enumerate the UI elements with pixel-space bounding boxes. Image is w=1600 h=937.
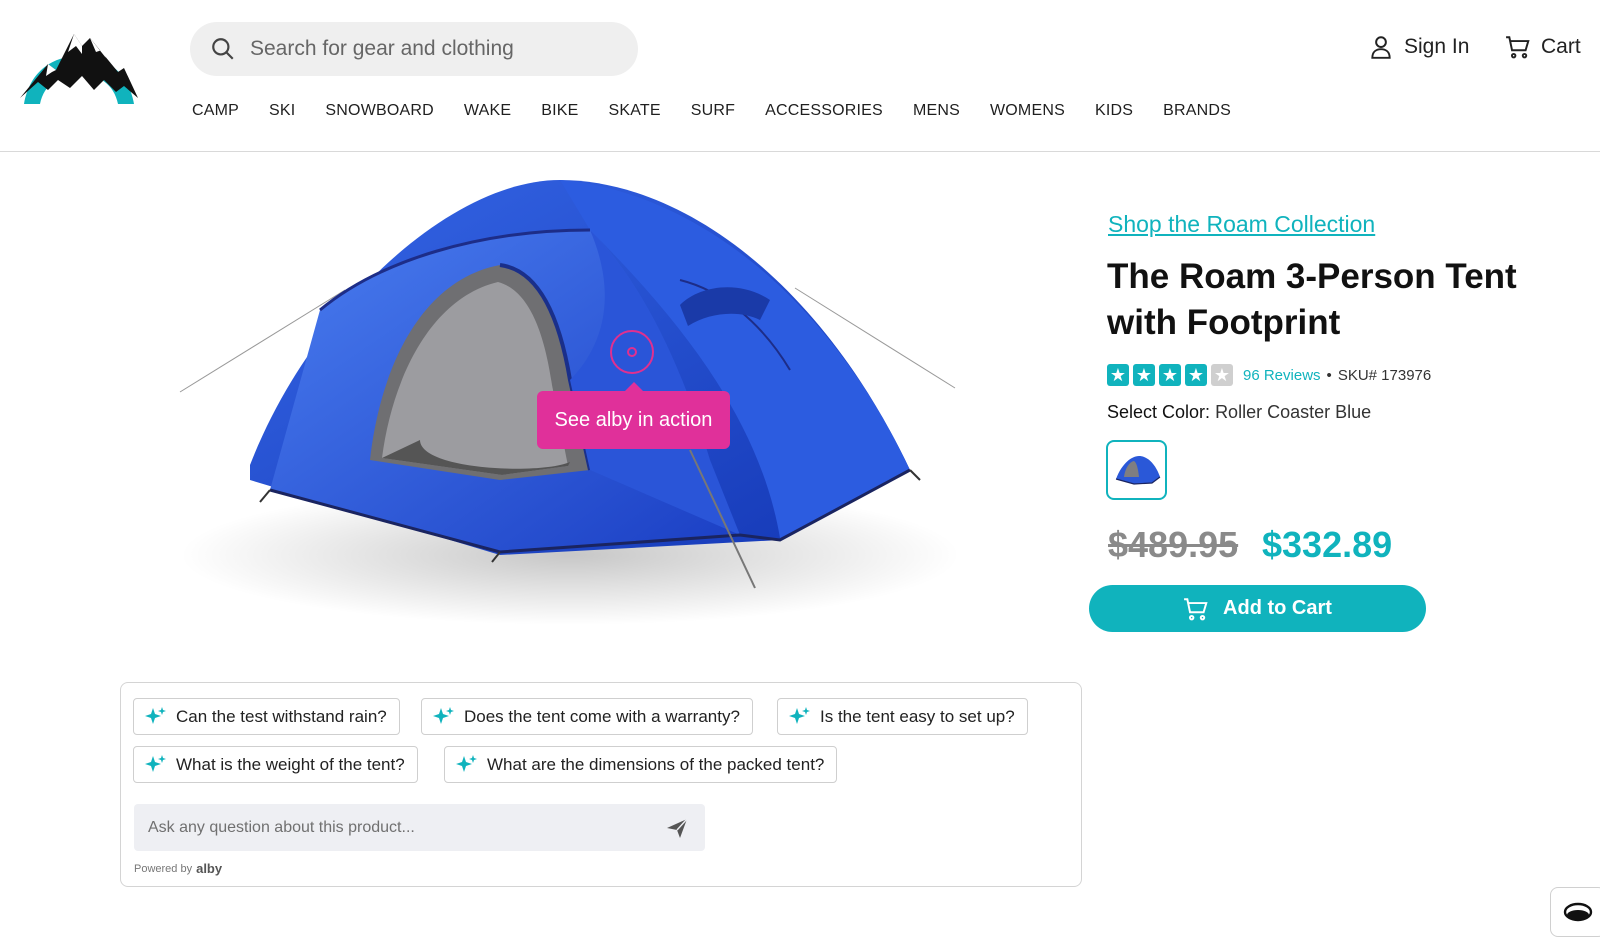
search-icon <box>212 38 234 60</box>
star-rating[interactable]: ★ ★ ★ ★ ★ <box>1107 364 1237 386</box>
sign-in-link[interactable]: Sign In <box>1368 34 1469 60</box>
star-filled-icon: ★ <box>1133 364 1155 386</box>
original-price: $489.95 <box>1108 524 1239 565</box>
question-chip[interactable]: What is the weight of the tent? <box>133 746 418 783</box>
chat-widget-button[interactable] <box>1550 887 1600 937</box>
alby-brand[interactable]: alby <box>196 861 222 876</box>
send-icon[interactable] <box>665 816 689 840</box>
nav-item-accessories[interactable]: ACCESSORIES <box>765 102 883 120</box>
rating-row: ★ ★ ★ ★ ★ 96 Reviews • SKU# 173976 <box>1107 364 1431 386</box>
sparkle-icon <box>456 754 477 772</box>
question-text: Is the tent easy to set up? <box>820 706 1015 726</box>
search-bar[interactable] <box>190 22 638 76</box>
nav-item-wake[interactable]: WAKE <box>464 102 511 120</box>
cart-link[interactable]: Cart <box>1505 34 1581 60</box>
color-value: Roller Coaster Blue <box>1215 402 1372 422</box>
star-filled-icon: ★ <box>1159 364 1181 386</box>
sku-text: SKU# 173976 <box>1337 366 1432 384</box>
question-chip[interactable]: What are the dimensions of the packed te… <box>444 746 838 783</box>
nav-item-surf[interactable]: SURF <box>691 102 735 120</box>
sparkle-icon <box>145 706 166 724</box>
product-qa-widget: Can the test withstand rain? Does the te… <box>120 682 1082 887</box>
chat-widget-icon <box>1563 902 1593 922</box>
site-header: Sign In Cart CAMP SKI SNOWBOARD WAKE BIK… <box>0 0 1600 152</box>
question-chip[interactable]: Does the tent come with a warranty? <box>421 698 753 735</box>
cart-icon <box>1184 597 1208 620</box>
sparkle-icon <box>145 754 166 772</box>
nav-item-ski[interactable]: SKI <box>269 102 295 120</box>
product-title: The Roam 3-Person Tent with Footprint <box>1107 257 1517 342</box>
powered-by: Powered by alby <box>134 861 222 876</box>
star-filled-icon: ★ <box>1185 364 1207 386</box>
main-nav: CAMP SKI SNOWBOARD WAKE BIKE SKATE SURF … <box>192 102 1261 120</box>
sparkle-icon <box>789 706 810 724</box>
collection-link[interactable]: Shop the Roam Collection <box>1108 211 1375 238</box>
nav-item-bike[interactable]: BIKE <box>541 102 578 120</box>
ask-question-bar[interactable] <box>134 804 705 851</box>
user-icon <box>1371 36 1391 59</box>
question-text: Can the test withstand rain? <box>176 706 387 726</box>
question-chip[interactable]: Is the tent easy to set up? <box>777 698 1028 735</box>
ask-question-input[interactable] <box>148 818 648 837</box>
color-label: Select Color: <box>1107 402 1211 422</box>
cart-icon <box>1506 36 1530 59</box>
separator-dot: • <box>1326 366 1332 384</box>
sign-in-label: Sign In <box>1404 35 1470 58</box>
sparkle-icon <box>433 706 454 724</box>
hotspot-dot <box>627 347 637 357</box>
nav-item-mens[interactable]: MENS <box>913 102 960 120</box>
search-input[interactable] <box>250 37 620 61</box>
add-to-cart-button[interactable]: Add to Cart <box>1089 585 1426 632</box>
star-empty-icon: ★ <box>1211 364 1233 386</box>
nav-item-camp[interactable]: CAMP <box>192 102 239 120</box>
reviews-link[interactable]: 96 Reviews <box>1243 367 1321 384</box>
nav-item-womens[interactable]: WOMENS <box>990 102 1065 120</box>
color-swatch-blue[interactable] <box>1106 440 1167 500</box>
nav-item-skate[interactable]: SKATE <box>609 102 661 120</box>
question-text: What are the dimensions of the packed te… <box>487 754 825 774</box>
question-chip[interactable]: Can the test withstand rain? <box>133 698 400 735</box>
see-alby-button[interactable]: See alby in action <box>537 382 730 449</box>
question-text: Does the tent come with a warranty? <box>464 706 740 726</box>
add-to-cart-label: Add to Cart <box>1223 597 1332 619</box>
powered-by-label: Powered by <box>134 862 193 875</box>
nav-item-snowboard[interactable]: SNOWBOARD <box>325 102 433 120</box>
mountain-logo-icon[interactable] <box>20 28 138 106</box>
tent-thumbnail-icon <box>1115 456 1160 485</box>
nav-item-kids[interactable]: KIDS <box>1095 102 1133 120</box>
cart-label: Cart <box>1541 35 1581 58</box>
color-select-row: Select Color: Roller Coaster Blue <box>1107 402 1371 423</box>
star-filled-icon: ★ <box>1107 364 1129 386</box>
sale-price: $332.89 <box>1262 524 1393 565</box>
nav-item-brands[interactable]: BRANDS <box>1163 102 1231 120</box>
question-text: What is the weight of the tent? <box>176 754 405 774</box>
